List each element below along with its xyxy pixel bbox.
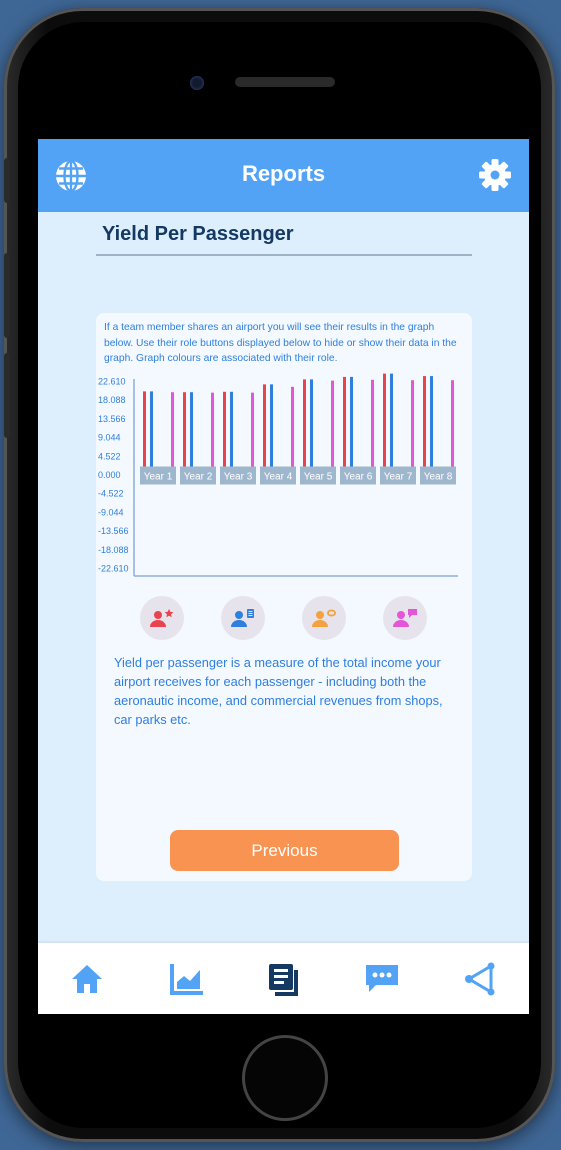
- earpiece-speaker: [235, 77, 335, 87]
- report-card: If a team member shares an airport you w…: [96, 313, 472, 881]
- bar: [371, 379, 374, 475]
- x-tick-label: Year 7: [384, 472, 413, 483]
- metric-description: Yield per passenger is a measure of the …: [114, 655, 443, 727]
- share-icon: [465, 962, 495, 996]
- role-button-2[interactable]: [221, 596, 265, 640]
- volume-down-button: [4, 353, 10, 438]
- bar: [291, 386, 294, 475]
- x-tick-label: Year 1: [144, 472, 173, 483]
- bar: [430, 376, 433, 475]
- y-tick-label: -13.566: [98, 526, 129, 536]
- bar: [411, 380, 414, 475]
- x-tick-label: Year 6: [344, 472, 373, 483]
- user-list-icon: [231, 609, 254, 627]
- y-tick-label: 22.610: [98, 377, 126, 387]
- x-tick-label: Year 4: [264, 472, 293, 483]
- chart-instructions: If a team member shares an airport you w…: [104, 322, 457, 364]
- x-tick-label: Year 3: [224, 472, 253, 483]
- bar: [150, 391, 153, 475]
- y-tick-label: 18.088: [98, 395, 126, 405]
- user-chat-icon: [393, 609, 417, 627]
- top-bar: Reports: [38, 139, 529, 212]
- x-tick-label: Year 8: [424, 472, 453, 483]
- y-tick-label: -22.610: [98, 564, 129, 574]
- role-button-4[interactable]: [383, 596, 427, 640]
- bar: [211, 392, 214, 475]
- yield-chart: 22.610 18.088 13.566 9.044 4.522 0.000 -4.522 -…: [98, 373, 458, 577]
- gear-icon[interactable]: [477, 157, 513, 193]
- user-money-icon: [312, 609, 336, 627]
- bar: [310, 379, 313, 475]
- bar: [350, 376, 353, 475]
- bar: [143, 391, 146, 475]
- nav-reports[interactable]: [264, 959, 304, 999]
- front-camera: [190, 76, 204, 90]
- page-title: Yield Per Passenger: [102, 223, 294, 245]
- nav-home[interactable]: [67, 959, 107, 999]
- home-button[interactable]: [242, 1035, 328, 1121]
- nav-share[interactable]: [460, 959, 500, 999]
- role-buttons: [96, 596, 472, 642]
- y-tick-label: 13.566: [98, 414, 126, 424]
- nav-messages[interactable]: [362, 959, 402, 999]
- bar: [423, 376, 426, 475]
- chart-icon: [170, 964, 203, 995]
- user-star-icon: [150, 609, 174, 627]
- page-header-title: Reports: [241, 161, 326, 186]
- previous-button[interactable]: Previous: [170, 830, 399, 871]
- volume-up-button: [4, 253, 10, 338]
- bar: [251, 392, 254, 475]
- bar: [263, 384, 266, 475]
- bar: [331, 380, 334, 475]
- home-icon: [72, 965, 102, 993]
- nav-charts[interactable]: [167, 959, 207, 999]
- bar: [183, 392, 186, 475]
- role-button-3[interactable]: [302, 596, 346, 640]
- app-screen: Reports Yield Per Passenger If a team me…: [38, 139, 529, 1014]
- bar: [383, 373, 386, 475]
- role-button-1[interactable]: [140, 596, 184, 640]
- x-tick-label: Year 5: [304, 472, 333, 483]
- mute-switch: [4, 158, 10, 203]
- y-tick-label: -18.088: [98, 545, 129, 555]
- bar: [451, 380, 454, 475]
- bar: [190, 392, 193, 475]
- bar: [223, 391, 226, 475]
- bottom-navigation: [38, 941, 529, 1014]
- bar: [171, 392, 174, 475]
- bar: [270, 384, 273, 475]
- bar: [303, 379, 306, 475]
- reports-icon: [269, 964, 298, 996]
- x-tick-label: Year 2: [184, 472, 213, 483]
- y-tick-label: -9.044: [98, 507, 124, 517]
- y-tick-label: 9.044: [98, 433, 121, 443]
- y-tick-label: -4.522: [98, 489, 124, 499]
- y-tick-label: 4.522: [98, 451, 121, 461]
- bar: [230, 391, 233, 475]
- chat-icon: [366, 965, 398, 992]
- title-divider: [96, 254, 472, 256]
- bar: [390, 373, 393, 475]
- bar: [343, 376, 346, 475]
- y-tick-label: 0.000: [98, 470, 121, 480]
